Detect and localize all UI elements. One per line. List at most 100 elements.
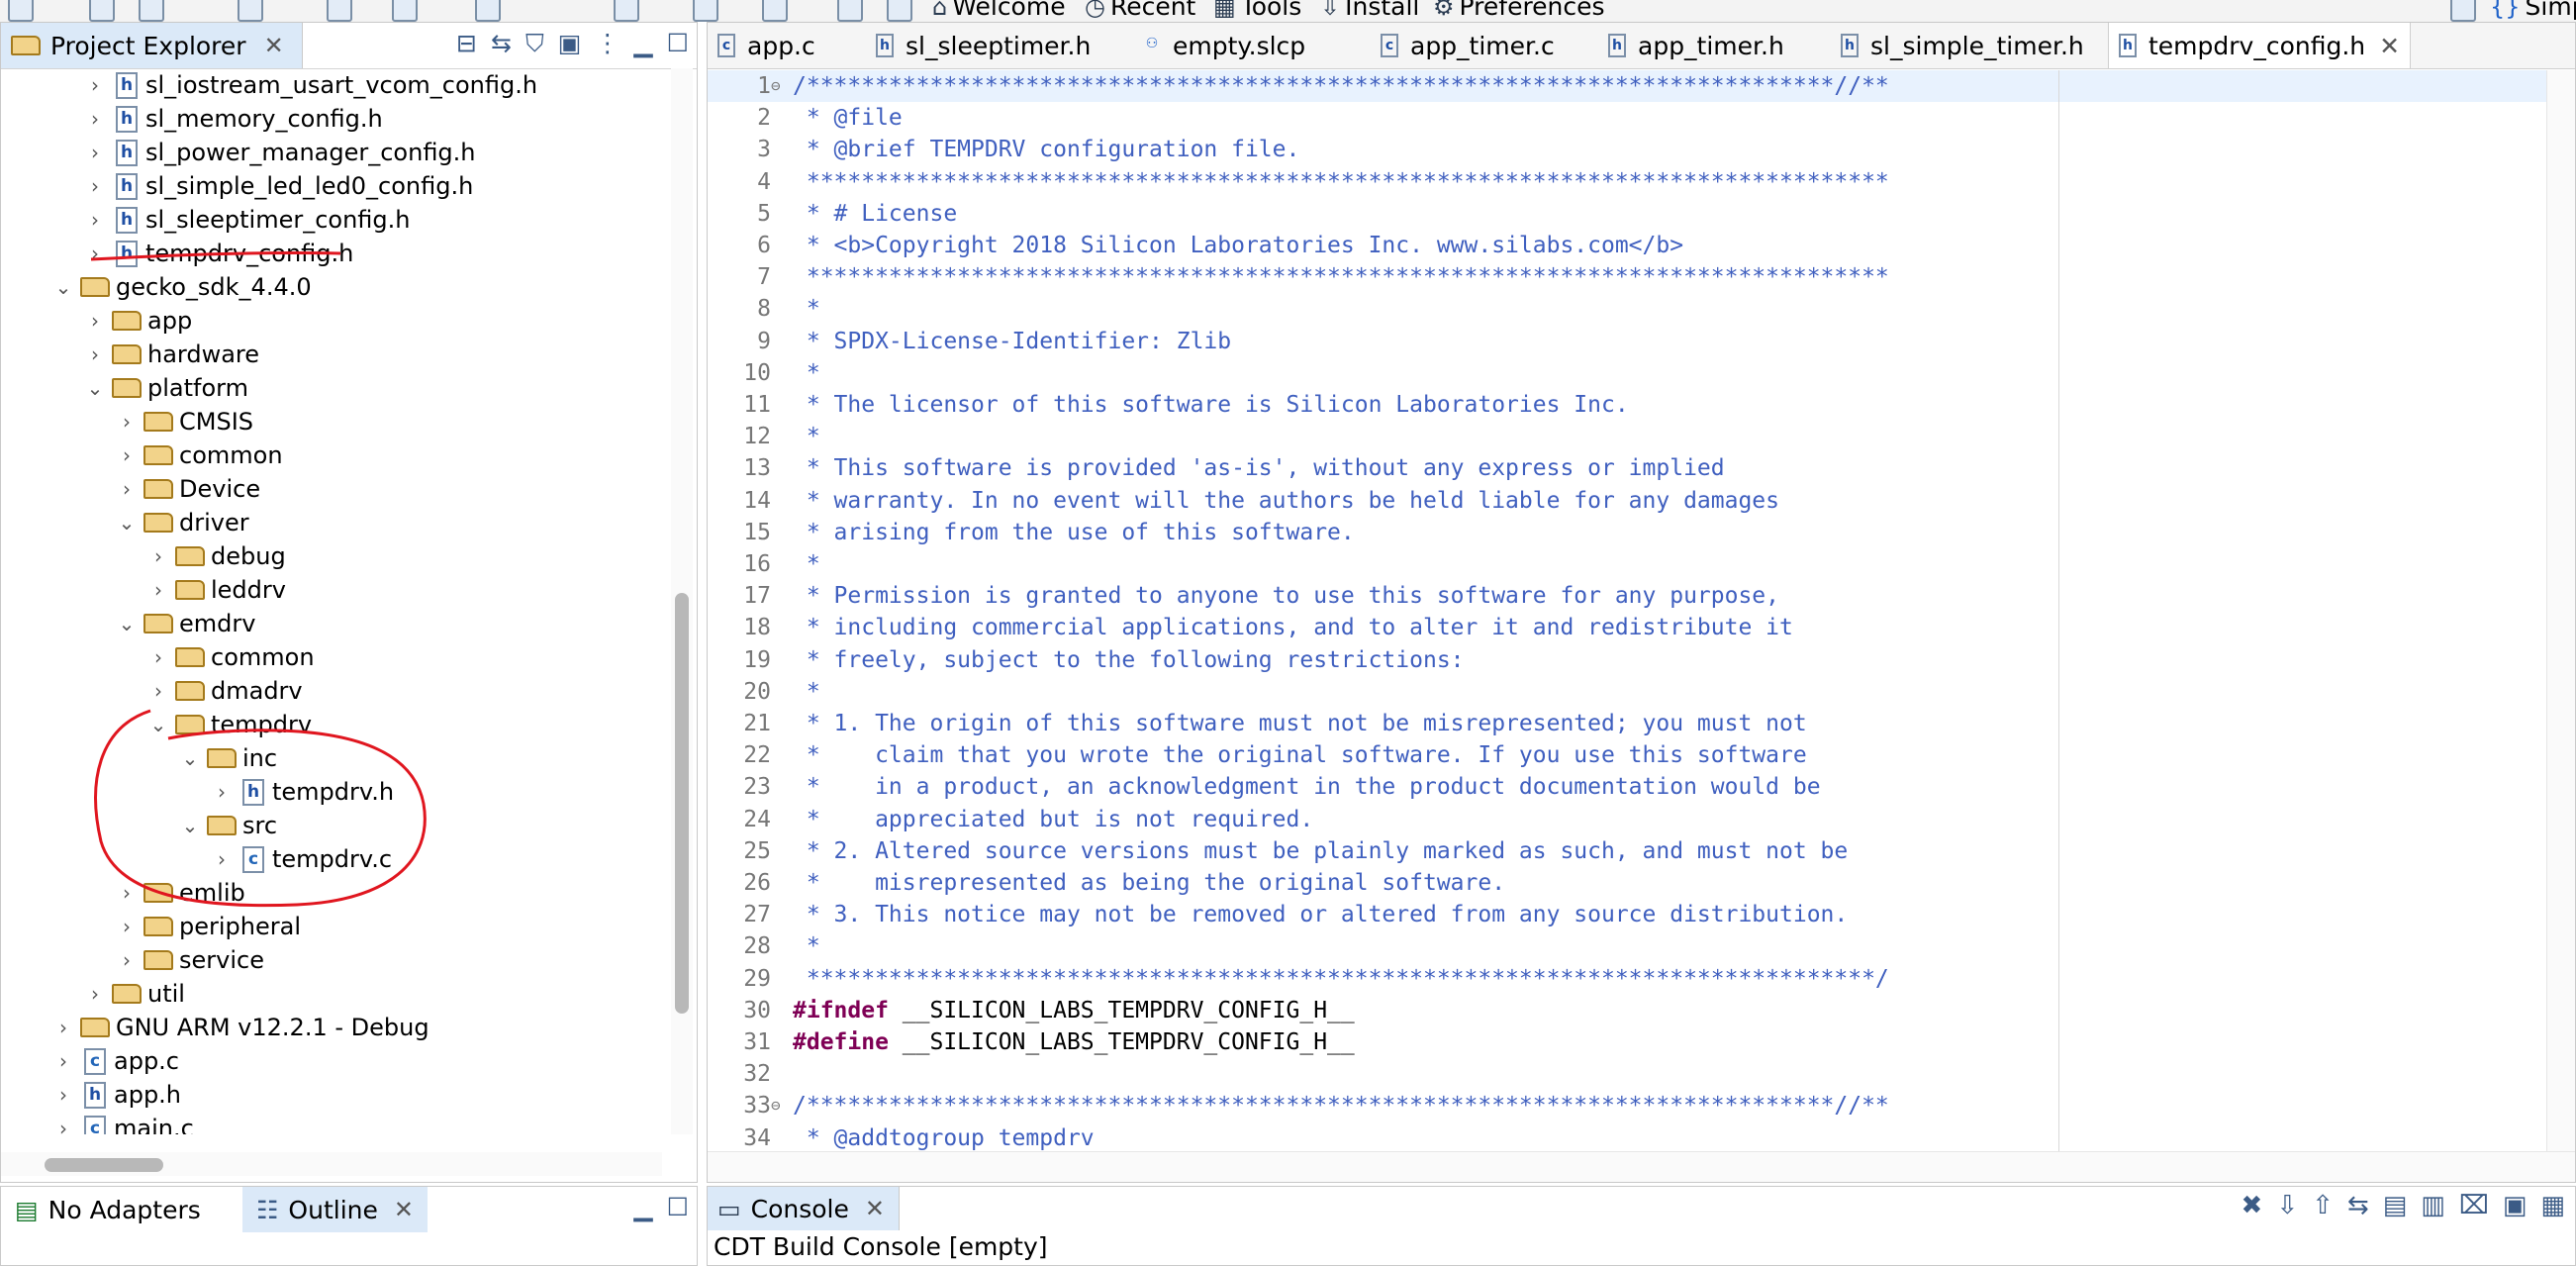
chevron-right-icon[interactable]: › — [84, 309, 106, 333]
display-console-icon[interactable]: ▦ — [2540, 1191, 2565, 1220]
chip-icon[interactable] — [887, 0, 912, 22]
close-icon[interactable]: ✕ — [394, 1196, 414, 1223]
back-arrow-icon[interactable] — [693, 0, 718, 22]
toolbar-welcome[interactable]: ⌂ Welcome — [932, 0, 1066, 21]
chevron-right-icon[interactable]: › — [116, 443, 138, 467]
chevron-right-icon[interactable]: › — [84, 73, 106, 97]
chevron-down-icon[interactable]: ⌄ — [179, 746, 201, 770]
tree-item[interactable]: ⌄ tempdrv — [147, 708, 312, 741]
chevron-right-icon[interactable]: › — [84, 982, 106, 1006]
editor-tab[interactable]: h tempdrv_config.h ✕ — [2108, 23, 2412, 68]
tree-item[interactable]: › c main.c — [52, 1112, 194, 1134]
tree-item[interactable]: › h app.h — [52, 1078, 181, 1112]
chevron-right-icon[interactable]: › — [116, 915, 138, 938]
next-error-icon[interactable]: ⇩ — [2276, 1191, 2298, 1220]
open-perspective-icon[interactable] — [2450, 0, 2476, 22]
chevron-right-icon[interactable]: › — [84, 342, 106, 366]
chevron-right-icon[interactable]: › — [84, 141, 106, 164]
previous-error-icon[interactable]: ⇧ — [2312, 1191, 2334, 1220]
fold-toggle-icon[interactable]: ⊖ — [771, 70, 787, 102]
tree-item[interactable]: › h sl_power_manager_config.h — [84, 136, 476, 169]
tab-outline[interactable]: ☷ Outline ✕ — [242, 1187, 428, 1232]
tree-item[interactable]: › emlib — [116, 876, 245, 910]
perspective-switcher[interactable]: {}Simp — [2490, 0, 2576, 21]
tree-item[interactable]: › app — [84, 304, 192, 338]
fold-toggle-icon[interactable]: ⊖ — [771, 1090, 787, 1121]
tree-item[interactable]: › h sl_iostream_usart_vcom_config.h — [84, 68, 537, 102]
editor-tab[interactable]: ⚇ empty.slcp — [1133, 23, 1315, 68]
chevron-down-icon[interactable]: ⌄ — [147, 713, 169, 736]
forward-arrow-icon[interactable] — [762, 0, 788, 22]
chevron-right-icon[interactable]: › — [52, 1117, 74, 1134]
close-icon[interactable]: ✕ — [865, 1195, 885, 1222]
chevron-right-icon[interactable]: › — [116, 477, 138, 501]
tab-no-adapters[interactable]: ▤ No Adapters — [1, 1187, 215, 1232]
collapse-all-icon[interactable]: ⊟ — [456, 29, 477, 58]
chevron-right-icon[interactable]: › — [84, 208, 106, 232]
back-icon[interactable] — [614, 0, 639, 22]
tree-item[interactable]: › peripheral — [116, 910, 301, 943]
scrollbar-thumb[interactable] — [675, 593, 689, 1014]
minimize-icon[interactable]: ▁ — [633, 29, 652, 58]
toolbar-preferences[interactable]: ⚙ Preferences — [1433, 0, 1605, 21]
tree-item[interactable]: › service — [116, 943, 264, 977]
view-menu-icon[interactable]: ⋮ — [595, 29, 620, 58]
save-icon[interactable] — [89, 0, 115, 22]
tree-item[interactable]: › c tempdrv.c — [211, 842, 392, 876]
save-all-icon[interactable] — [139, 0, 164, 22]
tree-item[interactable]: › h sl_simple_led_led0_config.h — [84, 169, 473, 203]
tree-item[interactable]: ⌄ inc — [179, 741, 277, 775]
tree-item[interactable]: › leddrv — [147, 573, 286, 607]
new-file-icon[interactable] — [8, 0, 34, 22]
tree-item[interactable]: ⌄ emdrv — [116, 607, 256, 640]
chevron-right-icon[interactable]: › — [116, 410, 138, 434]
chevron-right-icon[interactable]: › — [211, 780, 233, 804]
chevron-right-icon[interactable]: › — [84, 174, 106, 198]
filter-icon[interactable]: ⛉ — [525, 29, 544, 58]
tree-item[interactable]: ⌄ src — [179, 809, 277, 842]
scrollbar-thumb[interactable] — [45, 1158, 163, 1172]
pin-icon[interactable]: ▥ — [2421, 1191, 2445, 1220]
scroll-lock-icon[interactable]: ⇆ — [2347, 1191, 2369, 1220]
tree-item[interactable]: › h tempdrv.h — [211, 775, 394, 809]
tree-item[interactable]: › common — [116, 438, 283, 472]
toolbar-install[interactable]: ⇩ Install — [1320, 0, 1419, 21]
chevron-right-icon[interactable]: › — [52, 1083, 74, 1107]
search-icon[interactable] — [475, 0, 501, 22]
tree-item[interactable]: › h sl_memory_config.h — [84, 102, 383, 136]
chevron-right-icon[interactable]: › — [52, 1049, 74, 1073]
editor-tab[interactable]: c app_timer.c — [1371, 23, 1565, 68]
clear-console-icon[interactable]: ⌧ — [2459, 1191, 2489, 1220]
chevron-down-icon[interactable]: ⌄ — [179, 814, 201, 837]
toolbar-tools[interactable]: ▦ Tools — [1213, 0, 1301, 21]
remove-all-terminated-icon[interactable]: ✖ — [2242, 1191, 2263, 1220]
chevron-right-icon[interactable]: › — [116, 881, 138, 905]
toolbar-recent[interactable]: ◷ Recent — [1085, 0, 1195, 21]
tab-project-explorer[interactable]: Project Explorer ✕ — [1, 23, 303, 68]
chevron-right-icon[interactable]: › — [147, 679, 169, 703]
project-tree-horizontal-scrollbar[interactable] — [1, 1152, 662, 1176]
chevron-down-icon[interactable]: ⌄ — [84, 376, 106, 400]
tree-item[interactable]: ⌄ driver — [116, 506, 249, 539]
chevron-right-icon[interactable]: › — [52, 1016, 74, 1039]
editor-tab[interactable]: h sl_sleeptimer.h — [866, 23, 1100, 68]
chevron-right-icon[interactable]: › — [147, 578, 169, 602]
chevron-right-icon[interactable]: › — [116, 948, 138, 972]
tree-item[interactable]: › h tempdrv_config.h — [84, 237, 353, 270]
maximize-icon[interactable]: ☐ — [667, 29, 689, 58]
chevron-right-icon[interactable]: › — [84, 242, 106, 265]
editor-vertical-scrollbar[interactable] — [2546, 70, 2575, 1154]
tree-item[interactable]: › dmadrv — [147, 674, 303, 708]
chevron-down-icon[interactable]: ⌄ — [52, 275, 74, 299]
code-text[interactable]: 1 ⊖/*************************************… — [708, 70, 2546, 1154]
debug-icon[interactable] — [327, 0, 352, 22]
build-icon[interactable] — [238, 0, 263, 22]
new-project-icon[interactable] — [837, 0, 863, 22]
chevron-right-icon[interactable]: › — [147, 544, 169, 568]
project-tree-vertical-scrollbar[interactable] — [671, 68, 693, 1134]
minimize-icon[interactable]: ▁ — [633, 1193, 652, 1221]
open-console-icon[interactable]: ▣ — [2503, 1191, 2528, 1220]
tree-item[interactable]: › debug — [147, 539, 286, 573]
chevron-down-icon[interactable]: ⌄ — [116, 612, 138, 635]
tree-item[interactable]: › CMSIS — [116, 405, 253, 438]
